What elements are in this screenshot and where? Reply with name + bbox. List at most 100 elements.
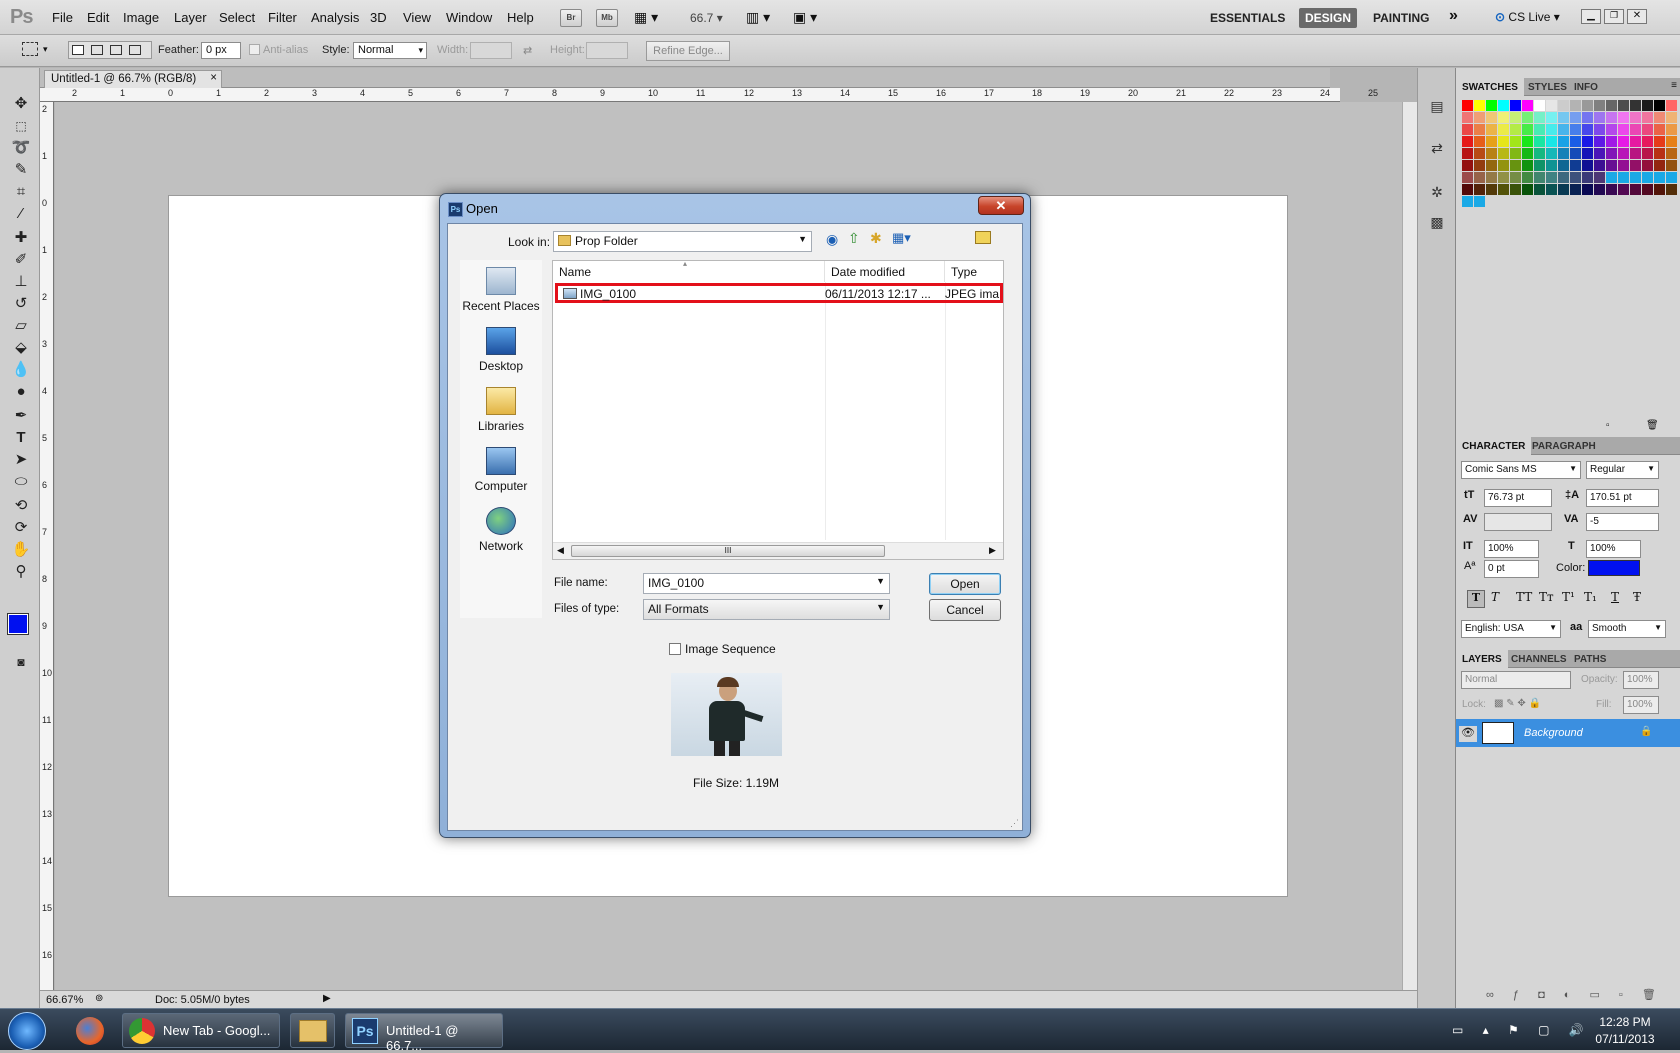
menu-3d[interactable]: 3D xyxy=(370,10,387,25)
swatch[interactable] xyxy=(1498,160,1509,171)
swatch[interactable] xyxy=(1606,112,1617,123)
column-date[interactable]: Date modified xyxy=(825,261,945,282)
new-selection-icon[interactable] xyxy=(72,45,84,55)
swatch[interactable] xyxy=(1666,112,1677,123)
swatch[interactable] xyxy=(1594,112,1605,123)
dialog-close-button[interactable]: ✕ xyxy=(978,196,1024,215)
menu-view[interactable]: View xyxy=(403,10,431,25)
swatch[interactable] xyxy=(1522,184,1533,195)
feather-input[interactable]: 0 px xyxy=(201,42,241,59)
history-brush-tool-icon[interactable]: ↺ xyxy=(9,294,33,314)
workspace-essentials[interactable]: ESSENTIALS xyxy=(1204,8,1291,28)
swatch[interactable] xyxy=(1498,112,1509,123)
swatch[interactable] xyxy=(1582,160,1593,171)
look-in-select[interactable]: Prop Folder ▼ xyxy=(553,231,812,252)
place-network[interactable]: Network xyxy=(460,507,542,553)
swatch[interactable] xyxy=(1642,160,1653,171)
view-extras-icon[interactable]: ▦ ▾ xyxy=(634,9,658,26)
small-caps-button[interactable]: Tт xyxy=(1539,590,1554,604)
file-name-input[interactable]: IMG_0100 ▼ xyxy=(643,573,890,594)
swatch[interactable] xyxy=(1462,160,1473,171)
swatch[interactable] xyxy=(1570,112,1581,123)
swatch[interactable] xyxy=(1618,112,1629,123)
swatch[interactable] xyxy=(1486,172,1497,183)
swatch[interactable] xyxy=(1534,148,1545,159)
swatch[interactable] xyxy=(1522,148,1533,159)
status-options-icon[interactable]: ⊚ xyxy=(95,993,103,1004)
subscript-button[interactable]: T₁ xyxy=(1584,590,1597,604)
scroll-left-icon[interactable]: ◀ xyxy=(557,545,564,556)
path-selection-tool-icon[interactable]: ➤ xyxy=(9,450,33,470)
close-app-button[interactable]: ✕ xyxy=(1627,9,1647,24)
swatch[interactable] xyxy=(1582,148,1593,159)
swatch[interactable] xyxy=(1498,148,1509,159)
language-select[interactable]: English: USA ▼ xyxy=(1461,620,1561,638)
tab-character[interactable]: CHARACTER xyxy=(1456,437,1532,455)
fill-input[interactable]: 100% xyxy=(1623,696,1659,714)
pen-tool-icon[interactable]: ✒ xyxy=(9,406,33,426)
horizontal-scrollbar[interactable]: ◀ III ▶ xyxy=(553,542,1003,559)
document-tab[interactable]: Untitled-1 @ 66.7% (RGB/8) × xyxy=(44,70,222,88)
close-tab-icon[interactable]: × xyxy=(210,72,217,84)
swatch[interactable] xyxy=(1462,100,1473,111)
swatch[interactable] xyxy=(1546,172,1557,183)
cancel-button[interactable]: Cancel xyxy=(929,599,1001,621)
swatch[interactable] xyxy=(1582,100,1593,111)
tab-styles[interactable]: STYLES xyxy=(1522,78,1573,96)
swatch[interactable] xyxy=(1642,184,1653,195)
more-workspaces-icon[interactable]: » xyxy=(1449,7,1458,25)
tab-info[interactable]: INFO xyxy=(1568,78,1604,96)
arrange-documents-icon[interactable]: ▥ ▾ xyxy=(746,9,770,26)
swatch[interactable] xyxy=(1498,124,1509,135)
swatch[interactable] xyxy=(1570,124,1581,135)
swatch[interactable] xyxy=(1654,172,1665,183)
brush-tool-icon[interactable]: ✐ xyxy=(9,250,33,270)
swatch[interactable] xyxy=(1582,172,1593,183)
swatch[interactable] xyxy=(1642,124,1653,135)
swatch[interactable] xyxy=(1594,184,1605,195)
place-libraries[interactable]: Libraries xyxy=(460,387,542,433)
swatch[interactable] xyxy=(1666,100,1677,111)
place-desktop[interactable]: Desktop xyxy=(460,327,542,373)
swatch[interactable] xyxy=(1462,172,1473,183)
swatch[interactable] xyxy=(1654,184,1665,195)
swatch[interactable] xyxy=(1522,100,1533,111)
zoom-combo[interactable]: 66.7 ▾ xyxy=(690,11,723,25)
swatch[interactable] xyxy=(1582,124,1593,135)
quick-mask-icon[interactable]: ◙ xyxy=(9,652,33,672)
swatch[interactable] xyxy=(1522,160,1533,171)
swatch[interactable] xyxy=(1546,184,1557,195)
zoom-level[interactable]: 66.67% xyxy=(46,994,83,1006)
swatch[interactable] xyxy=(1666,136,1677,147)
browse-icon[interactable] xyxy=(975,231,991,244)
up-folder-icon[interactable]: ⇧ xyxy=(848,230,860,247)
swatch[interactable] xyxy=(1546,136,1557,147)
swatch[interactable] xyxy=(1498,136,1509,147)
swatch[interactable] xyxy=(1570,172,1581,183)
swatch[interactable] xyxy=(1558,148,1569,159)
faux-bold-button[interactable]: T xyxy=(1467,590,1485,608)
swatch[interactable] xyxy=(1534,172,1545,183)
file-list[interactable]: Name ▴ Date modified Type IMG_0100 06/11… xyxy=(552,259,1004,560)
zoom-tool-icon[interactable]: ⚲ xyxy=(9,562,33,582)
tab-paragraph[interactable]: PARAGRAPH xyxy=(1526,437,1602,455)
swatch[interactable] xyxy=(1630,184,1641,195)
blur-tool-icon[interactable]: 💧 xyxy=(9,360,33,380)
swatch[interactable] xyxy=(1630,112,1641,123)
marquee-tool-preset-icon[interactable] xyxy=(22,42,38,56)
swatch[interactable] xyxy=(1498,184,1509,195)
swatch[interactable] xyxy=(1642,136,1653,147)
3d-rotate-tool-icon[interactable]: ⟲ xyxy=(9,496,33,516)
adjustments-dock-icon[interactable]: ✲ xyxy=(1426,182,1448,202)
swatch[interactable] xyxy=(1474,172,1485,183)
clock[interactable]: 12:28 PM 07/11/2013 xyxy=(1590,1015,1660,1046)
history-dock-icon[interactable]: ⇄ xyxy=(1426,138,1448,158)
blend-mode-select[interactable]: Normal xyxy=(1461,671,1571,689)
horizontal-scale-input[interactable]: 100% xyxy=(1586,540,1641,558)
swatch[interactable] xyxy=(1510,112,1521,123)
menu-file[interactable]: File xyxy=(52,10,73,25)
swatch[interactable] xyxy=(1510,184,1521,195)
tab-swatches[interactable]: SWATCHES xyxy=(1456,78,1524,96)
back-icon[interactable]: ◉ xyxy=(826,231,838,248)
style-select[interactable]: Normal ▾ xyxy=(353,42,427,59)
